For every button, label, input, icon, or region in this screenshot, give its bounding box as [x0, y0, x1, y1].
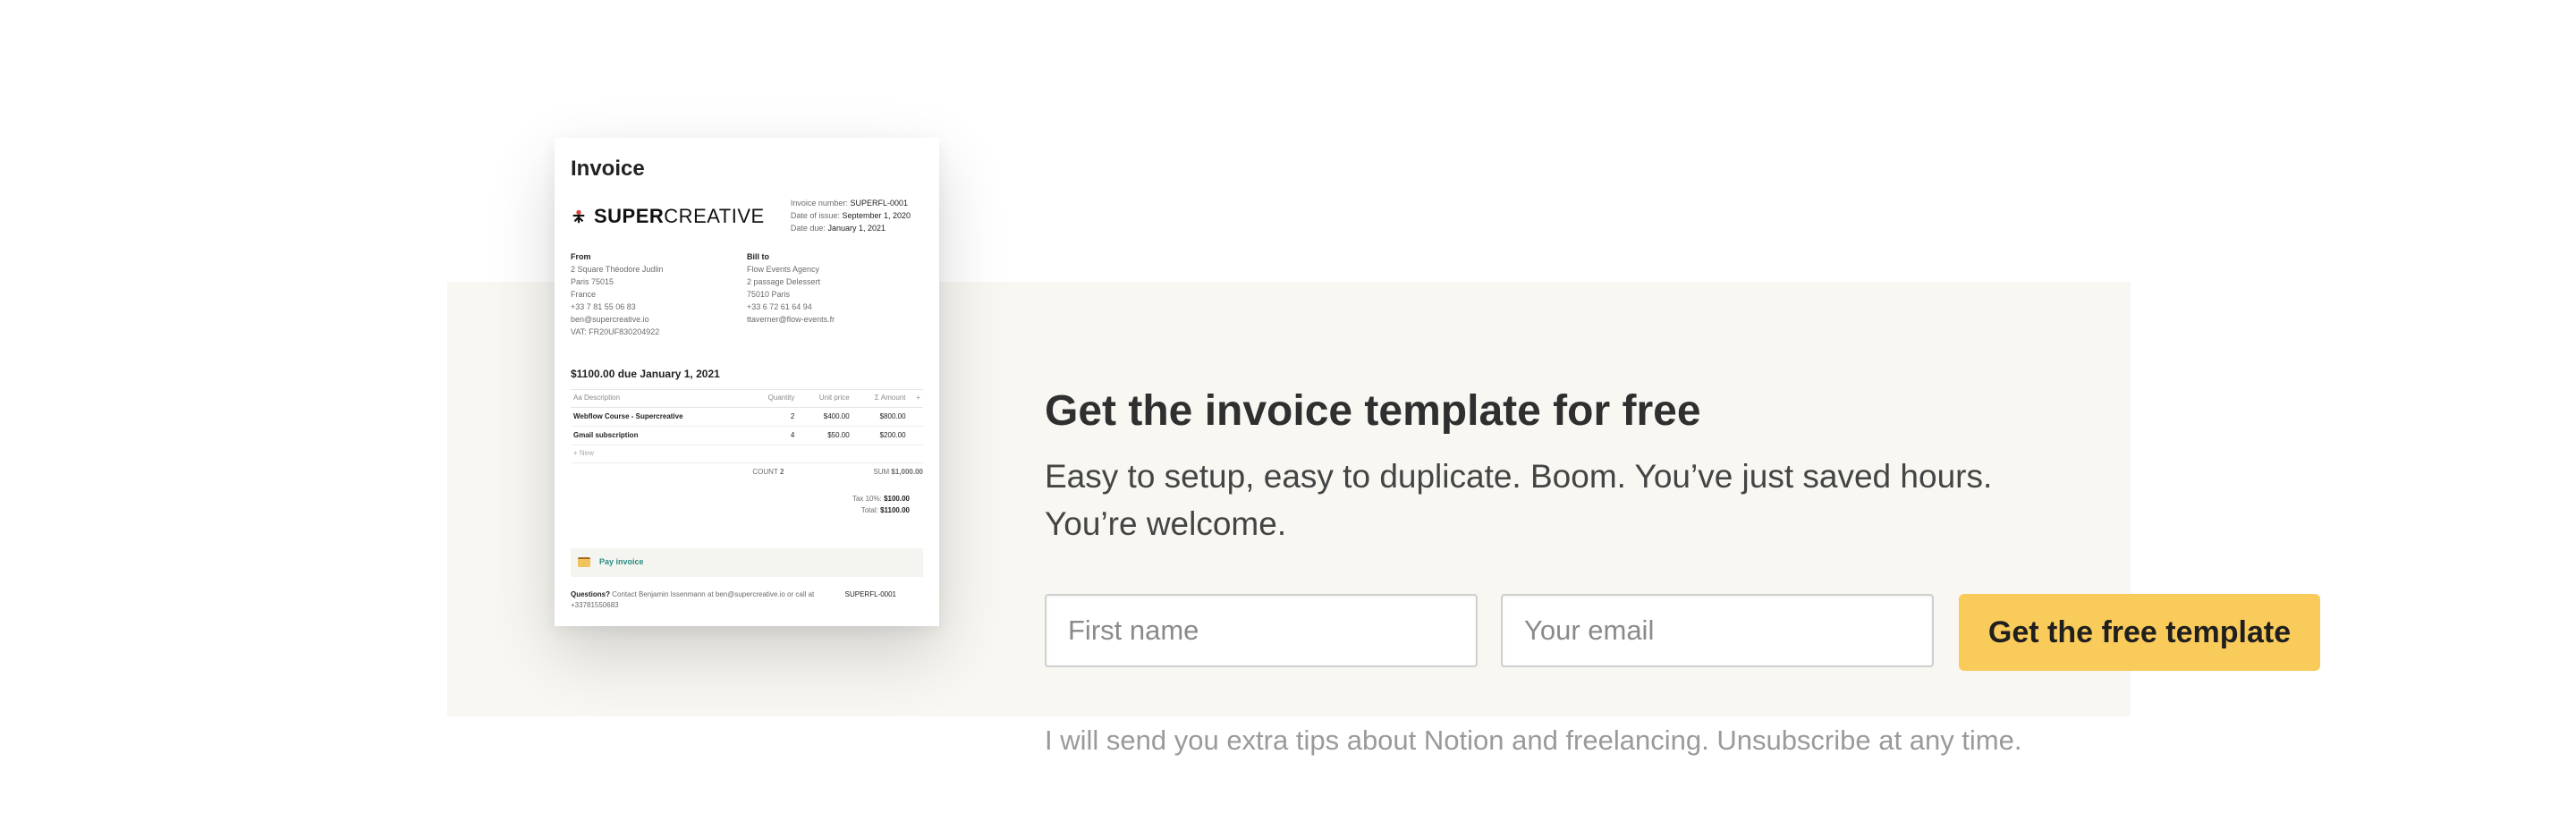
column-header: Quantity — [748, 389, 798, 408]
total-value: $1100.00 — [880, 505, 910, 514]
cell-amount: $200.00 — [852, 426, 909, 446]
meta-label: Date due: — [790, 224, 826, 233]
tax-line: Tax 10%: $100.00 — [571, 494, 910, 504]
total-label: Total: — [860, 505, 878, 514]
meta-label: Date of issue: — [790, 211, 840, 221]
cell-quantity: 4 — [748, 426, 798, 446]
column-header: Unit price — [797, 389, 852, 408]
disclaimer-note: I will send you extra tips about Notion … — [1045, 725, 2022, 756]
line-items-table: Aa Description Quantity Unit price Σ Amo… — [571, 389, 923, 446]
from-heading: From — [571, 252, 591, 261]
from-block: From 2 Square Théodore Judlin Paris 7501… — [571, 251, 747, 339]
cell-description: Gmail subscription — [571, 426, 749, 446]
invoice-preview: Invoice SUPER CREATIVE Invoice number: SU… — [555, 138, 939, 626]
amount-due: $1100.00 due January 1, 2021 — [571, 367, 720, 380]
bill-to-line: 75010 Paris — [747, 289, 791, 299]
from-line: ben@supercreative.io — [571, 314, 649, 324]
meta-row: Date of issue: September 1, 2020 — [791, 210, 911, 223]
questions-label: Questions? — [571, 589, 611, 598]
count-summary: COUNT 2 — [708, 467, 784, 478]
page-title: Get the invoice template for free — [1045, 387, 1701, 435]
column-header: Σ Amount — [852, 389, 909, 408]
invoice-title: Invoice — [571, 157, 645, 181]
cell-empty — [908, 407, 923, 427]
total-line: Total: $1100.00 — [571, 505, 910, 516]
new-row-button: + New — [571, 445, 923, 463]
pay-invoice-callout: Pay invoice — [571, 547, 923, 577]
first-name-input[interactable] — [1045, 594, 1478, 667]
meta-value: January 1, 2021 — [827, 224, 886, 233]
count-value: 2 — [779, 467, 784, 476]
table-row: Webflow Course - Supercreative 2 $400.00… — [571, 407, 923, 427]
pay-invoice-link: Pay invoice — [599, 556, 644, 566]
from-line: 2 Square Théodore Judlin — [571, 264, 664, 274]
bill-to-heading: Bill to — [747, 252, 769, 261]
table-row: Gmail subscription 4 $50.00 $200.00 — [571, 426, 923, 446]
bill-to-line: 2 passage Delessert — [747, 276, 821, 286]
sum-value: $1,000.00 — [891, 467, 923, 476]
questions-text: Questions? Contact Benjamin Issenmann at… — [571, 589, 839, 612]
invoice-meta: Invoice number: SUPERFL-0001 Date of iss… — [791, 198, 911, 235]
meta-row: Invoice number: SUPERFL-0001 — [791, 198, 911, 210]
tax-label: Tax 10%: — [852, 495, 882, 504]
brand-name-bold: SUPER — [594, 205, 665, 228]
bill-to-block: Bill to Flow Events Agency 2 passage Del… — [747, 251, 923, 339]
tax-value: $100.00 — [884, 495, 910, 504]
cell-amount: $800.00 — [852, 407, 909, 427]
footer-invoice-ref: SUPERFL-0001 — [844, 589, 896, 598]
cell-unit-price: $50.00 — [797, 426, 852, 446]
bill-to-line: Flow Events Agency — [747, 264, 820, 274]
invoice-totals: Tax 10%: $100.00 Total: $1100.00 — [571, 494, 910, 516]
brand-logo-icon — [572, 210, 585, 224]
email-input[interactable] — [1501, 594, 1934, 667]
cell-unit-price: $400.00 — [797, 407, 852, 427]
column-header: Aa Description — [571, 389, 749, 408]
from-line: +33 7 81 55 06 83 — [571, 301, 636, 311]
cell-quantity: 2 — [748, 407, 798, 427]
count-label: COUNT — [752, 467, 778, 476]
from-line: Paris 75015 — [571, 276, 614, 286]
invoice-footer: Questions? Contact Benjamin Issenmann at… — [571, 589, 923, 612]
brand-logo: SUPER CREATIVE — [571, 201, 765, 232]
bill-to-line: ttaverner@flow-events.fr — [747, 314, 835, 324]
meta-row: Date due: January 1, 2021 — [791, 223, 911, 235]
invoice-header: SUPER CREATIVE Invoice number: SUPERFL-00… — [571, 198, 923, 235]
meta-value: September 1, 2020 — [842, 211, 911, 221]
meta-value: SUPERFL-0001 — [850, 199, 908, 208]
page-subtitle: Easy to setup, easy to duplicate. Boom. … — [1045, 458, 1993, 542]
cell-description: Webflow Course - Supercreative — [571, 407, 749, 427]
get-template-button[interactable]: Get the free template — [1959, 594, 2320, 671]
meta-label: Invoice number: — [790, 199, 848, 208]
address-columns: From 2 Square Théodore Judlin Paris 7501… — [571, 251, 923, 339]
cell-empty — [908, 426, 923, 446]
bill-to-line: +33 6 72 61 64 94 — [747, 301, 812, 311]
from-line: VAT: FR20UF830204922 — [571, 326, 660, 336]
brand-name-rest: CREATIVE — [664, 205, 765, 228]
table-header-row: Aa Description Quantity Unit price Σ Amo… — [571, 389, 923, 408]
from-line: France — [571, 289, 597, 299]
credit-card-icon — [578, 557, 590, 568]
sum-label: SUM — [873, 467, 890, 476]
sum-summary: SUM $1,000.00 — [828, 467, 923, 478]
table-summary: COUNT 2 SUM $1,000.00 — [571, 467, 923, 478]
column-header: + — [908, 389, 923, 408]
